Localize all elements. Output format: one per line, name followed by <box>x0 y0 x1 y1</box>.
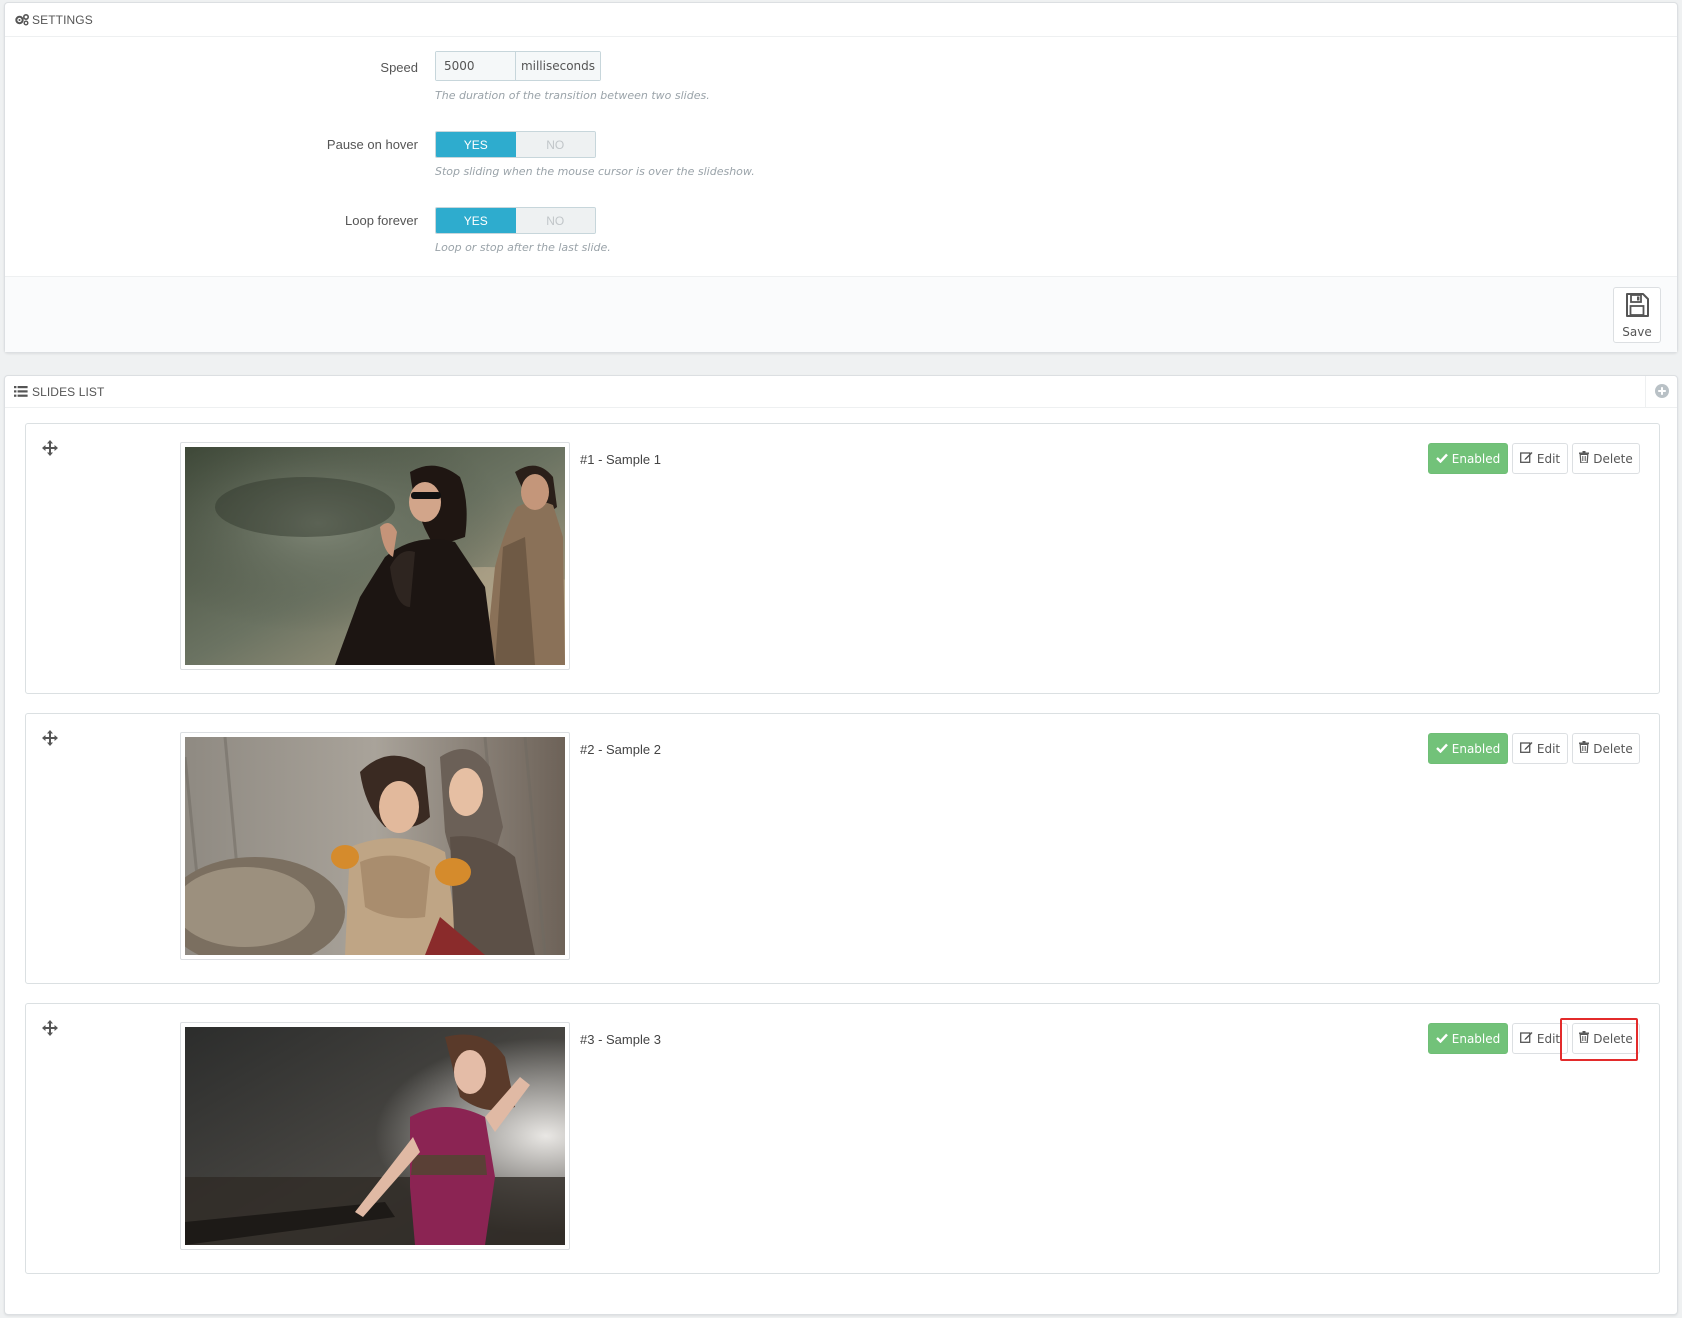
slide-title-2: #2 - Sample 2 <box>580 742 661 757</box>
slide-thumbnail <box>180 732 570 960</box>
loop-forever-switch[interactable]: YES NO <box>435 207 596 234</box>
loop-forever-row: Loop forever YES NO <box>5 207 1677 247</box>
speed-input-group: 5000 milliseconds <box>435 51 601 81</box>
enabled-button-1[interactable]: Enabled <box>1428 443 1508 474</box>
speed-hint: The duration of the transition between t… <box>435 89 710 102</box>
delete-label-2: Delete <box>1593 741 1633 756</box>
save-icon <box>1624 292 1650 321</box>
slide-title-1: #1 - Sample 1 <box>580 452 661 467</box>
cogs-icon <box>14 13 30 27</box>
save-button[interactable]: Save <box>1613 287 1661 343</box>
slides-list-panel: SLIDES LIST #1 - Sample 1 Enabled Edit D… <box>4 375 1678 1315</box>
edit-label-3: Edit <box>1536 1031 1561 1046</box>
delete-label-3: Delete <box>1593 1031 1633 1046</box>
pause-on-hover-row: Pause on hover YES NO <box>5 131 1677 171</box>
slide-thumbnail <box>180 1022 570 1250</box>
pause-on-hover-hint: Stop sliding when the mouse cursor is ov… <box>435 165 755 178</box>
pause-on-hover-no[interactable]: NO <box>515 132 595 157</box>
loop-forever-label: Loop forever <box>345 213 418 228</box>
plus-circle-icon <box>1654 383 1669 402</box>
edit-label-2: Edit <box>1536 741 1561 756</box>
settings-heading: SETTINGS <box>5 3 1677 37</box>
check-icon <box>1435 452 1448 466</box>
slide-title-3: #3 - Sample 3 <box>580 1032 661 1047</box>
enabled-label-1: Enabled <box>1451 451 1501 466</box>
speed-input[interactable]: 5000 <box>436 52 515 80</box>
slides-list-heading-label: SLIDES LIST <box>32 384 105 399</box>
slide-card-3: #3 - Sample 3 Enabled Edit Delete <box>25 1003 1660 1274</box>
slide-card-2: #2 - Sample 2 Enabled Edit Delete <box>25 713 1660 984</box>
slide-image-1 <box>185 447 565 665</box>
pause-on-hover-yes[interactable]: YES <box>436 132 516 157</box>
loop-forever-hint: Loop or stop after the last slide. <box>435 241 611 254</box>
delete-button-2[interactable]: Delete <box>1572 733 1640 764</box>
edit-label-1: Edit <box>1536 451 1561 466</box>
check-icon <box>1435 1032 1448 1046</box>
enabled-button-2[interactable]: Enabled <box>1428 733 1508 764</box>
move-icon[interactable] <box>42 730 60 748</box>
delete-button-3[interactable]: Delete <box>1572 1023 1640 1054</box>
slide-actions-1: Enabled Edit Delete <box>1428 443 1640 474</box>
move-icon[interactable] <box>42 1020 60 1038</box>
slide-card-1: #1 - Sample 1 Enabled Edit Delete <box>25 423 1660 694</box>
slide-thumbnail <box>180 442 570 670</box>
trash-icon <box>1579 1031 1590 1046</box>
speed-unit-addon: milliseconds <box>515 52 600 80</box>
save-label: Save <box>1622 324 1652 339</box>
edit-icon <box>1519 741 1533 756</box>
loop-forever-no[interactable]: NO <box>515 208 595 233</box>
pause-on-hover-label: Pause on hover <box>326 137 418 152</box>
slide-image-3 <box>185 1027 565 1245</box>
enabled-button-3[interactable]: Enabled <box>1428 1023 1508 1054</box>
edit-icon <box>1519 451 1533 466</box>
check-icon <box>1435 742 1448 756</box>
trash-icon <box>1579 741 1590 756</box>
slide-image-2 <box>185 737 565 955</box>
settings-heading-label: SETTINGS <box>32 12 93 27</box>
edit-button-1[interactable]: Edit <box>1512 443 1568 474</box>
add-slide-button[interactable] <box>1645 376 1677 408</box>
move-icon[interactable] <box>42 440 60 458</box>
enabled-label-3: Enabled <box>1451 1031 1501 1046</box>
delete-button-1[interactable]: Delete <box>1572 443 1640 474</box>
edit-button-3[interactable]: Edit <box>1512 1023 1568 1054</box>
pause-on-hover-switch[interactable]: YES NO <box>435 131 596 158</box>
slide-actions-2: Enabled Edit Delete <box>1428 733 1640 764</box>
edit-icon <box>1519 1031 1533 1046</box>
enabled-label-2: Enabled <box>1451 741 1501 756</box>
list-icon <box>14 385 30 399</box>
edit-button-2[interactable]: Edit <box>1512 733 1568 764</box>
speed-label: Speed <box>380 60 418 75</box>
slides-list-heading: SLIDES LIST <box>5 376 1677 408</box>
settings-panel: SETTINGS Speed 5000 milliseconds The dur… <box>4 2 1678 353</box>
delete-label-1: Delete <box>1593 451 1633 466</box>
speed-row: Speed 5000 milliseconds <box>5 51 1677 91</box>
slide-actions-3: Enabled Edit Delete <box>1428 1023 1640 1054</box>
trash-icon <box>1579 451 1590 466</box>
settings-footer: Save <box>5 276 1677 352</box>
loop-forever-yes[interactable]: YES <box>436 208 516 233</box>
